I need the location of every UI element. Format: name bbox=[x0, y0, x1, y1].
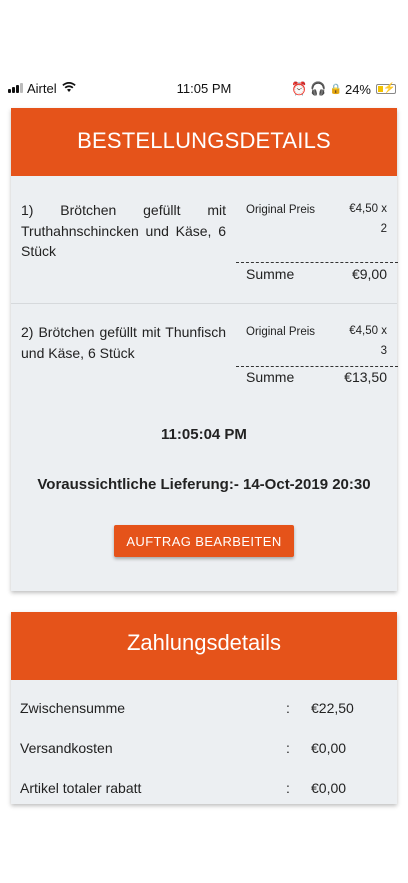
status-right: ⏰ 🎧 🔒 24% ⚡ bbox=[291, 81, 396, 97]
payment-label: Versandkosten bbox=[20, 740, 113, 756]
payment-colon: : bbox=[286, 700, 290, 716]
status-bar: Airtel 11:05 PM ⏰ 🎧 🔒 24% ⚡ bbox=[0, 0, 408, 97]
edit-order-button[interactable]: AUFTRAG BEARBEITEN bbox=[114, 525, 294, 557]
sum-divider bbox=[236, 366, 398, 367]
item-name: 1) Brötchen gefüllt mit Truthahnschincke… bbox=[21, 202, 226, 259]
payment-details-card: Zahlungsdetails Zwischensumme : €22,50 V… bbox=[11, 612, 397, 804]
payment-details-title: Zahlungsdetails bbox=[11, 612, 397, 680]
delivery-label: Voraussichtliche Lieferung:- bbox=[37, 476, 239, 493]
payment-colon: : bbox=[286, 780, 290, 796]
sum-divider bbox=[236, 262, 398, 263]
payment-row: Artikel totaler rabatt : €0,00 bbox=[11, 780, 397, 820]
payment-label: Artikel totaler rabatt bbox=[20, 780, 142, 796]
payment-colon: : bbox=[286, 740, 290, 756]
payment-label: Zwischensumme bbox=[20, 700, 126, 716]
sum-value: €13,50 bbox=[344, 369, 387, 385]
order-item: 2) Brötchen gefüllt mit Thunfisch und Kä… bbox=[11, 306, 398, 406]
unit-price: €4,50 x 3 bbox=[349, 325, 387, 357]
unit-price: €4,50 x 2 bbox=[349, 203, 387, 235]
headphones-icon: 🎧 bbox=[310, 81, 327, 96]
payment-row: Versandkosten : €0,00 bbox=[11, 740, 397, 780]
order-details-card: BESTELLUNGSDETAILS 1) Brötchen gefüllt m… bbox=[11, 108, 398, 591]
item-name: 2) Brötchen gefüllt mit Thunfisch und Kä… bbox=[21, 324, 226, 361]
delivery-value: 14-Oct-2019 20:30 bbox=[243, 476, 371, 493]
payment-row: Zwischensumme : €22,50 bbox=[11, 700, 397, 740]
sum-label: Summe bbox=[246, 266, 295, 282]
payment-value: €0,00 bbox=[311, 780, 347, 796]
battery-icon: ⚡ bbox=[376, 83, 396, 94]
payment-value: €22,50 bbox=[311, 700, 354, 716]
expected-delivery: Voraussichtliche Lieferung:- 14-Oct-2019… bbox=[11, 476, 397, 493]
sum-label: Summe bbox=[246, 369, 295, 385]
order-details-title: BESTELLUNGSDETAILS bbox=[11, 108, 397, 176]
payment-value: €0,00 bbox=[311, 740, 347, 756]
alarm-icon: ⏰ bbox=[291, 81, 308, 96]
sum-value: €9,00 bbox=[351, 266, 387, 282]
order-item: 1) Brötchen gefüllt mit Truthahnschincke… bbox=[11, 180, 398, 304]
lock-icon: 🔒 bbox=[329, 83, 342, 95]
original-price-label: Original Preis bbox=[246, 204, 316, 216]
order-time: 11:05:04 PM bbox=[161, 426, 247, 443]
original-price-label: Original Preis bbox=[246, 326, 316, 338]
battery-percent: 24% bbox=[344, 81, 371, 97]
